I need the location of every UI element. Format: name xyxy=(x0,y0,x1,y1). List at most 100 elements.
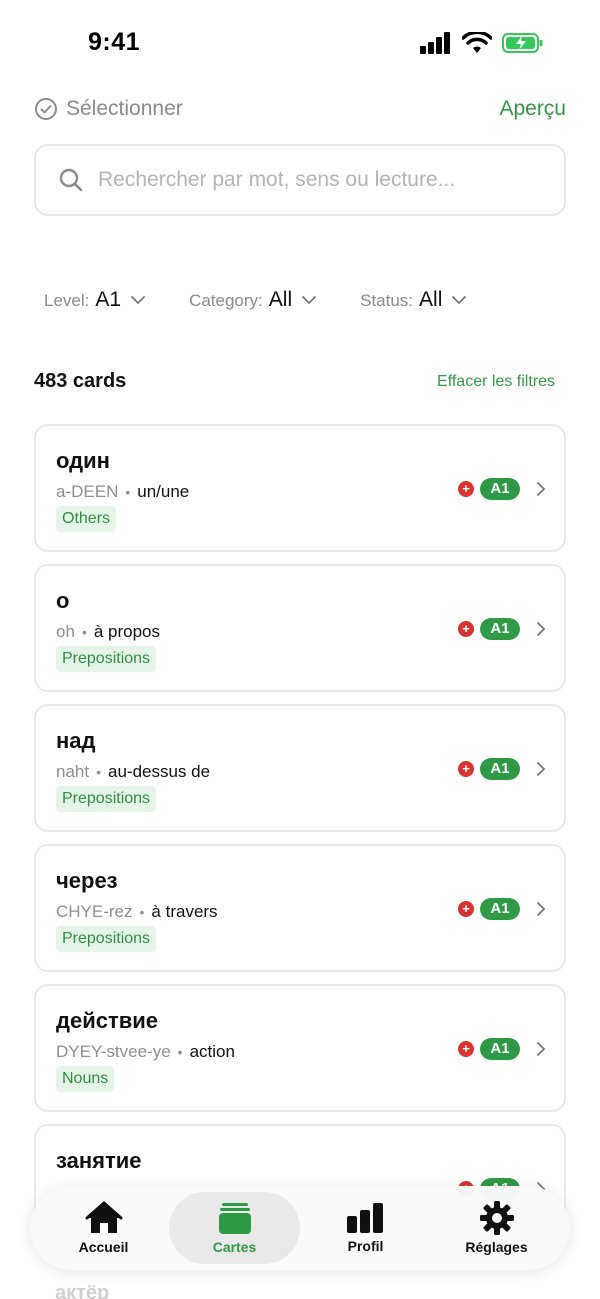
plus-badge-icon: + xyxy=(458,761,474,777)
filter-row: Level: A1 Category: All Status: All xyxy=(44,288,510,312)
chevron-right-icon xyxy=(537,902,546,916)
plus-badge-icon: + xyxy=(458,621,474,637)
search-icon xyxy=(59,168,83,192)
tab-profil[interactable]: Profil xyxy=(300,1192,431,1264)
filter-status-label: Status: xyxy=(360,291,414,310)
card-pronunciation: oh xyxy=(56,622,75,641)
tab-label: Cartes xyxy=(212,1239,257,1255)
card-subtitle: oh • à propos xyxy=(56,622,160,642)
card-item[interactable]: один a-DEEN • un/une Others + A1 xyxy=(34,424,566,552)
search-input[interactable] xyxy=(98,168,518,192)
chevron-right-icon xyxy=(537,1042,546,1056)
card-status: + A1 xyxy=(458,758,546,780)
clear-filters-button[interactable]: Effacer les filtres xyxy=(437,373,555,391)
plus-badge-icon: + xyxy=(458,901,474,917)
next-card-peek: актёр xyxy=(55,1282,110,1299)
chevron-right-icon xyxy=(537,762,546,776)
card-pronunciation: a-DEEN xyxy=(56,482,119,501)
card-subtitle: naht • au-dessus de xyxy=(56,762,210,782)
card-item[interactable]: действие DYEY-stvee-ye • action Nouns + … xyxy=(34,984,566,1112)
card-pronunciation: naht xyxy=(56,762,90,781)
status-bar: 9:41 xyxy=(0,0,600,88)
card-meaning: action xyxy=(189,1042,235,1061)
tab-reglages[interactable]: Réglages xyxy=(431,1192,562,1264)
chart-icon xyxy=(346,1203,383,1233)
chevron-down-icon xyxy=(131,296,145,305)
separator-dot: • xyxy=(96,764,101,780)
card-item[interactable]: о oh • à propos Prepositions + A1 xyxy=(34,564,566,692)
level-badge: A1 xyxy=(480,478,520,500)
category-tag: Prepositions xyxy=(56,646,157,672)
level-badge: A1 xyxy=(480,1038,520,1060)
filter-level-value: A1 xyxy=(95,288,122,311)
status-time: 9:41 xyxy=(88,28,141,56)
separator-dot: • xyxy=(81,624,87,640)
top-action-row: Sélectionner Aperçu xyxy=(34,92,566,126)
level-badge: A1 xyxy=(480,618,520,640)
card-word: один xyxy=(56,448,110,473)
home-icon xyxy=(85,1201,122,1233)
card-meaning: un/une xyxy=(137,482,190,501)
select-button[interactable]: Sélectionner xyxy=(34,97,183,121)
plus-badge-icon: + xyxy=(458,481,474,497)
separator-dot: • xyxy=(177,1044,183,1060)
separator-dot: • xyxy=(139,904,145,920)
tab-label: Profil xyxy=(347,1238,384,1254)
results-row: 483 cards Effacer les filtres xyxy=(34,370,555,393)
card-item[interactable]: над naht • au-dessus de Prepositions + A… xyxy=(34,704,566,832)
card-word: через xyxy=(56,868,118,893)
select-label: Sélectionner xyxy=(66,97,183,120)
card-word: действие xyxy=(56,1008,159,1033)
card-list: один a-DEEN • un/une Others + A1 о oh • … xyxy=(34,424,566,1264)
card-status: + A1 xyxy=(458,618,546,640)
card-status: + A1 xyxy=(458,1038,546,1060)
tab-label: Accueil xyxy=(78,1239,129,1255)
chevron-right-icon xyxy=(537,622,546,636)
separator-dot: • xyxy=(125,484,131,500)
card-word: занятие xyxy=(56,1148,142,1173)
card-subtitle: a-DEEN • un/une xyxy=(56,482,189,502)
chevron-down-icon xyxy=(302,296,317,305)
preview-button[interactable]: Aperçu xyxy=(499,97,566,121)
filter-level[interactable]: Level: A1 xyxy=(44,288,145,312)
category-tag: Nouns xyxy=(56,1066,115,1092)
chevron-down-icon xyxy=(452,296,467,305)
card-subtitle: CHYE-rez • à travers xyxy=(56,902,218,922)
card-item[interactable]: через CHYE-rez • à travers Prepositions … xyxy=(34,844,566,972)
category-tag: Others xyxy=(56,506,117,532)
card-subtitle: DYEY-stvee-ye • action xyxy=(56,1042,235,1062)
search-bar xyxy=(34,144,566,216)
category-tag: Prepositions xyxy=(56,786,157,812)
card-count: 483 cards xyxy=(34,370,127,392)
check-circle-icon xyxy=(35,98,57,120)
level-badge: A1 xyxy=(480,758,520,780)
card-status: + A1 xyxy=(458,478,546,500)
tab-accueil[interactable]: Accueil xyxy=(38,1192,169,1264)
tab-cartes[interactable]: Cartes xyxy=(169,1192,300,1264)
chevron-right-icon xyxy=(537,482,546,496)
battery-icon xyxy=(502,33,543,53)
filter-level-label: Level: xyxy=(44,291,90,310)
tab-label: Réglages xyxy=(465,1239,528,1255)
cards-icon xyxy=(218,1203,251,1234)
filter-status-value: All xyxy=(419,288,443,311)
signal-icon xyxy=(420,32,450,54)
status-icons xyxy=(420,32,544,54)
tab-bar: Accueil Cartes Profil Réglages xyxy=(30,1186,570,1270)
wifi-icon xyxy=(462,32,492,53)
gear-icon xyxy=(479,1201,514,1235)
card-meaning: à propos xyxy=(93,622,160,641)
card-status: + A1 xyxy=(458,898,546,920)
card-meaning: à travers xyxy=(151,902,218,921)
card-meaning: au-dessus de xyxy=(108,762,211,781)
card-word: над xyxy=(56,728,96,753)
plus-badge-icon: + xyxy=(458,1041,474,1057)
card-pronunciation: CHYE-rez xyxy=(56,902,133,921)
category-tag: Prepositions xyxy=(56,926,157,952)
filter-category-label: Category: xyxy=(189,291,263,310)
filter-category[interactable]: Category: All xyxy=(189,288,317,312)
card-word: о xyxy=(56,588,70,613)
filter-category-value: All xyxy=(268,288,293,311)
filter-status[interactable]: Status: All xyxy=(360,288,467,312)
level-badge: A1 xyxy=(480,898,520,920)
